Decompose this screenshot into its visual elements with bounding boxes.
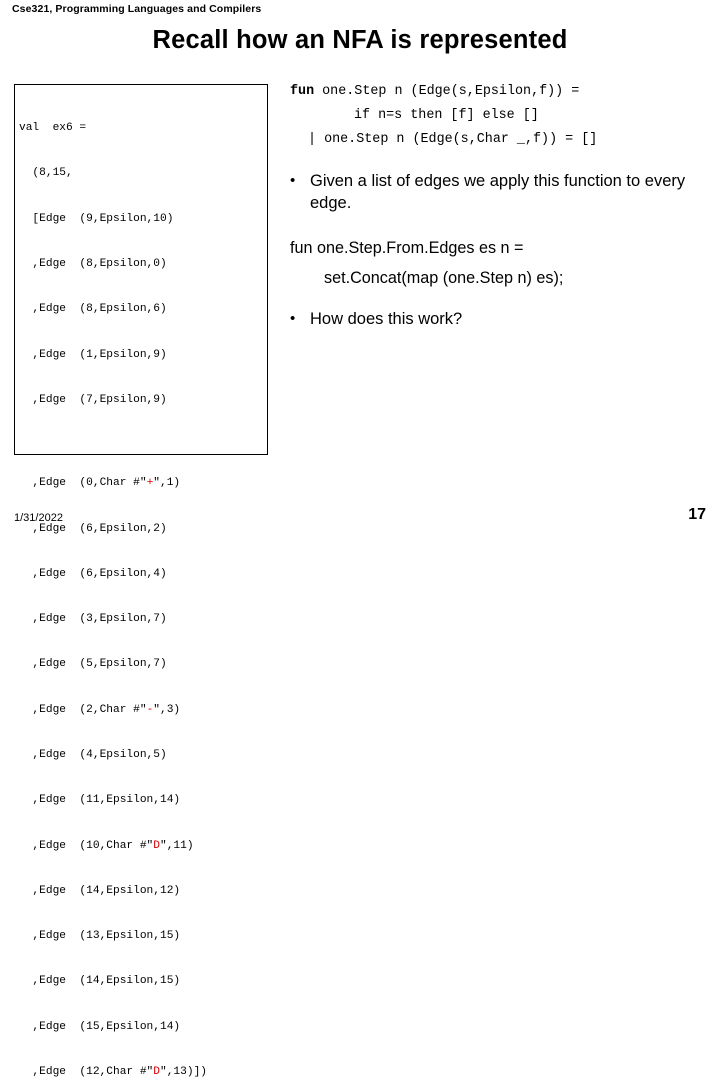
- code-char-literal: D: [153, 839, 160, 852]
- code-line: ,Edge (2,Char #"-",3): [19, 703, 267, 718]
- code-line: ,Edge (13,Epsilon,15): [19, 929, 267, 944]
- code-line: ,Edge (12,Char #"D",13)]): [19, 1065, 267, 1080]
- bullet-text: Given a list of edges we apply this func…: [310, 172, 686, 212]
- code-seg: ,Edge (3,Epsilon,7): [19, 613, 167, 626]
- code-seg: ,Edge (6,Epsilon,2): [19, 522, 167, 535]
- code-seg: ,Edge (0,Char #": [19, 477, 147, 490]
- code-line: ,Edge (7,Epsilon,9): [19, 393, 167, 406]
- code-line: ,Edge (6,Epsilon,4): [19, 567, 267, 582]
- code-line: (8,15,: [19, 167, 73, 180]
- code-line: [Edge (9,Epsilon,10): [19, 212, 174, 225]
- code-line: ,Edge (10,Char #"D",11): [19, 839, 267, 854]
- code-line: ,Edge (3,Epsilon,7): [19, 612, 267, 627]
- code-listing: val ex6 = (8,15, [Edge (9,Epsilon,10) ,E…: [15, 85, 267, 1080]
- code-seg: ,Edge (10,Char #": [19, 839, 154, 852]
- code-line: val ex6 =: [19, 122, 87, 135]
- code-seg: ,Edge (2,Char #": [19, 703, 147, 716]
- slide-page-number: 17: [688, 506, 706, 523]
- code-line: ,Edge (14,Epsilon,15): [19, 974, 267, 989]
- slide: Cse321, Programming Languages and Compil…: [0, 0, 720, 1078]
- code-seg: ",13)]): [160, 1066, 207, 1078]
- course-header: Cse321, Programming Languages and Compil…: [12, 3, 262, 15]
- one-step-definition: fun one.Step n (Edge(s,Epsilon,f)) =: [290, 80, 710, 104]
- one-step-from-edges-definition: fun one.Step.From.Edges es n = set.Conca…: [290, 236, 710, 290]
- code-line: ,Edge (11,Epsilon,14): [19, 793, 267, 808]
- code-seg: ,Edge (11,Epsilon,14): [19, 794, 181, 807]
- one-step-from-edges-body: set.Concat(map (one.Step n) es);: [324, 269, 564, 287]
- one-step-body: if n=s then [f] else []: [354, 108, 539, 123]
- code-char-literal: -: [146, 703, 154, 716]
- code-line: ,Edge (14,Epsilon,12): [19, 884, 267, 899]
- code-seg: ,Edge (12,Char #": [19, 1066, 154, 1078]
- slide-date: 1/31/2022: [14, 512, 63, 524]
- bullet-text: How does this work?: [310, 310, 463, 328]
- code-seg: ,Edge (15,Epsilon,14): [19, 1020, 181, 1033]
- code-char-literal: D: [153, 1066, 160, 1078]
- code-line: ,Edge (15,Epsilon,14): [19, 1020, 267, 1035]
- code-line: ,Edge (5,Epsilon,7): [19, 657, 267, 672]
- code-seg: ,Edge (5,Epsilon,7): [19, 658, 167, 671]
- one-step-signature: one.Step n (Edge(s,Epsilon,f)) =: [314, 84, 580, 99]
- code-line: ,Edge (1,Epsilon,9): [19, 348, 167, 361]
- page-title: Recall how an NFA is represented: [152, 26, 568, 54]
- one-step-second-clause: | one.Step n (Edge(s,Char _,f)) = []: [308, 132, 598, 147]
- fun-keyword: fun: [290, 84, 315, 99]
- code-seg: ",11): [160, 839, 194, 852]
- code-seg: ",3): [153, 703, 181, 716]
- code-line: ,Edge (8,Epsilon,0): [19, 258, 167, 271]
- bullet-item-2: • How does this work?: [290, 308, 710, 330]
- bullet-dot-icon: •: [290, 310, 296, 327]
- right-column: fun one.Step n (Edge(s,Epsilon,f)) = if …: [290, 80, 710, 330]
- code-seg: ,Edge (14,Epsilon,15): [19, 975, 181, 988]
- one-step-from-edges-signature: fun one.Step.From.Edges es n =: [290, 239, 524, 257]
- code-line: ,Edge (0,Char #"+",1): [19, 476, 267, 491]
- code-seg: ",1): [153, 477, 181, 490]
- code-seg: ,Edge (6,Epsilon,4): [19, 567, 167, 580]
- code-listing-box: val ex6 = (8,15, [Edge (9,Epsilon,10) ,E…: [14, 84, 268, 1078]
- code-line: ,Edge (4,Epsilon,5): [19, 748, 267, 763]
- code-line: ,Edge (8,Epsilon,6): [19, 303, 167, 316]
- code-seg: ,Edge (14,Epsilon,12): [19, 884, 181, 897]
- code-seg: ,Edge (13,Epsilon,15): [19, 930, 181, 943]
- code-seg: ,Edge (4,Epsilon,5): [19, 749, 167, 762]
- bullet-item-1: • Given a list of edges we apply this fu…: [290, 170, 710, 214]
- bullet-dot-icon: •: [290, 172, 296, 189]
